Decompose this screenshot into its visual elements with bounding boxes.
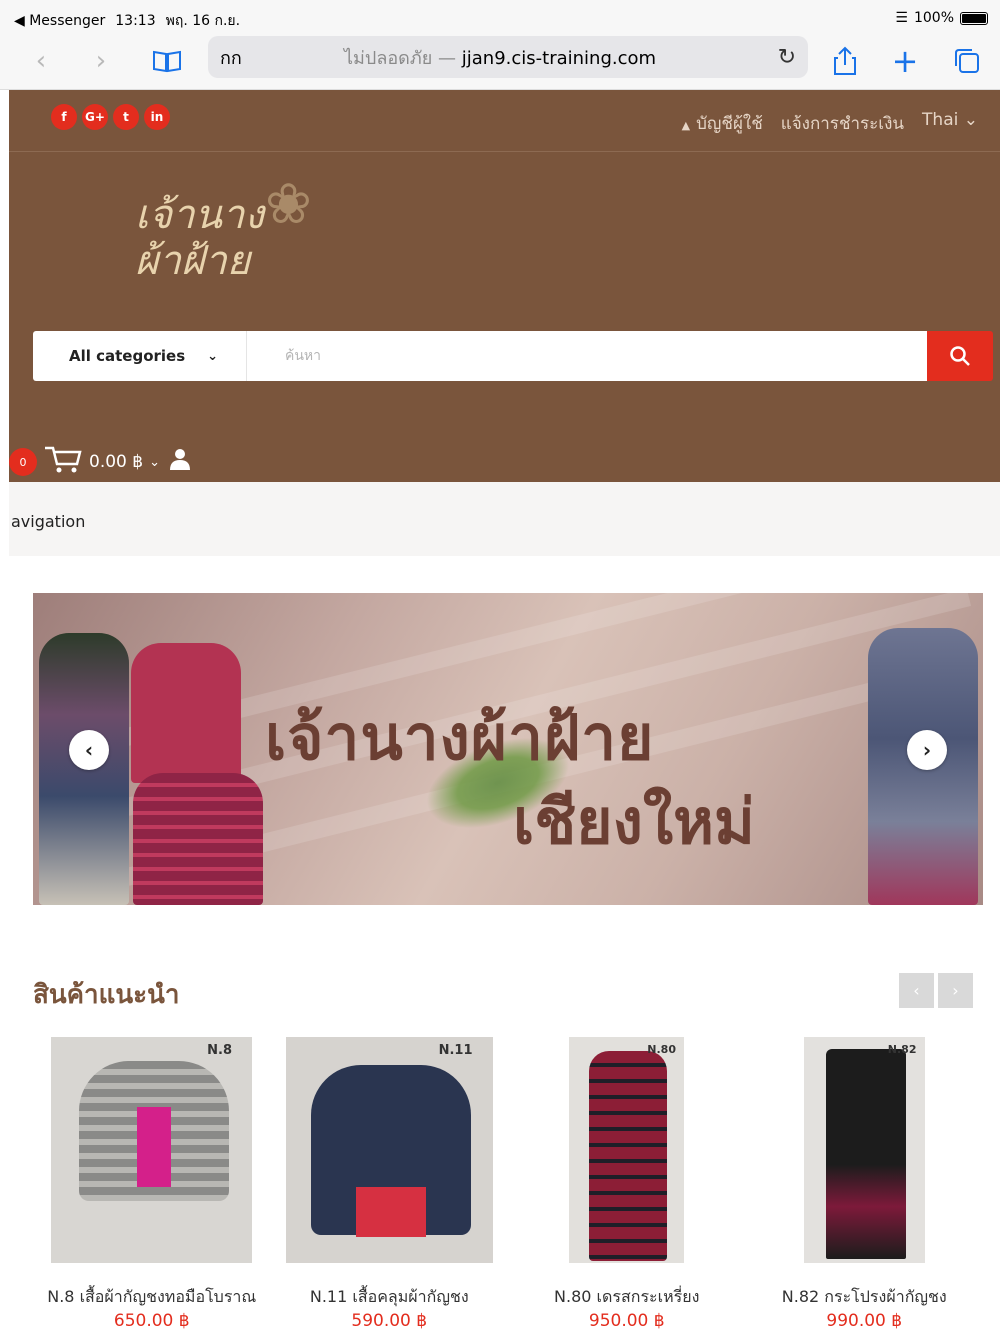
product-image[interactable]: N.8 bbox=[51, 1037, 252, 1263]
product-card[interactable]: N.11 N.11 เสื้อคลุมผ้ากัญชง 590.00 ฿ bbox=[271, 1037, 509, 1331]
cart-widget[interactable]: 0 0.00 ฿ ⌄ bbox=[9, 444, 192, 480]
product-image[interactable]: N.11 bbox=[285, 1037, 493, 1263]
url-text: ไม่ปลอดภัย — jjan9.cis-training.com bbox=[344, 43, 656, 72]
navigation-bar[interactable]: avigation bbox=[9, 482, 1000, 556]
back-to-app-link[interactable]: ◀ Messenger bbox=[14, 13, 105, 29]
site-logo[interactable]: เจ้านาง ผ้าฝ้าย ❀ bbox=[135, 177, 312, 285]
ios-status-bar: ◀ Messenger 13:13 พฤ. 16 ก.ย. ☰ 100% bbox=[0, 0, 1000, 36]
product-price: 990.00 ฿ bbox=[826, 1311, 903, 1331]
product-tag: N.8 bbox=[207, 1043, 232, 1058]
payment-notify-link[interactable]: แจ้งการชำระเงิน bbox=[781, 110, 904, 137]
product-card[interactable]: N.8 N.8 เสื้อผ้ากัญชงทอมือโบราณ 650.00 ฿ bbox=[33, 1037, 271, 1331]
product-name[interactable]: N.82 กระโปรงผ้ากัญชง bbox=[746, 1285, 984, 1310]
linkedin-icon[interactable]: in bbox=[144, 104, 170, 130]
product-name[interactable]: N.11 เสื้อคลุมผ้ากัญชง bbox=[271, 1285, 509, 1310]
twitter-icon[interactable]: t bbox=[113, 104, 139, 130]
slider-prev-button[interactable]: ‹ bbox=[69, 730, 109, 770]
search-icon bbox=[950, 346, 970, 366]
chevron-down-icon: ⌄ bbox=[958, 110, 978, 130]
user-icon[interactable] bbox=[168, 447, 192, 477]
cart-count-badge: 0 bbox=[9, 448, 37, 476]
slider-next-button[interactable]: › bbox=[907, 730, 947, 770]
garment-shape bbox=[137, 1107, 171, 1187]
wifi-icon: ☰ bbox=[895, 10, 908, 26]
language-dropdown[interactable]: Thai ⌄ bbox=[922, 110, 978, 137]
reload-icon[interactable]: ↻ bbox=[778, 45, 796, 70]
bookmarks-icon[interactable] bbox=[150, 44, 184, 78]
status-time: 13:13 bbox=[115, 13, 156, 29]
cart-total: 0.00 ฿ bbox=[89, 452, 144, 472]
google-plus-icon[interactable]: G+ bbox=[82, 104, 108, 130]
product-card[interactable]: N.80 N.80 เดรสกระเหรี่ยง 950.00 ฿ bbox=[508, 1037, 746, 1331]
logo-line-1: เจ้านาง bbox=[135, 192, 264, 238]
garment-shape bbox=[589, 1051, 667, 1261]
insecure-label: ไม่ปลอดภัย — bbox=[344, 47, 457, 69]
product-price: 950.00 ฿ bbox=[588, 1311, 665, 1331]
chevron-down-icon: ⌄ bbox=[149, 454, 160, 470]
cart-icon bbox=[43, 444, 83, 481]
social-links: f G+ t in bbox=[51, 104, 170, 130]
product-image[interactable]: N.82 bbox=[803, 1037, 925, 1263]
dress-image bbox=[131, 643, 241, 783]
navigation-label: avigation bbox=[11, 512, 86, 531]
chevron-down-icon: ⌄ bbox=[207, 348, 218, 364]
featured-section-title: สินค้าแนะนำ bbox=[33, 980, 180, 1010]
product-name[interactable]: N.80 เดรสกระเหรี่ยง bbox=[508, 1285, 746, 1310]
garment-shape bbox=[825, 1049, 906, 1259]
product-tag: N.80 bbox=[647, 1043, 676, 1056]
flower-icon: ❀ bbox=[265, 172, 312, 237]
status-battery-text: 100% bbox=[913, 10, 954, 26]
share-icon[interactable] bbox=[828, 44, 862, 78]
tabs-icon[interactable] bbox=[950, 44, 984, 78]
facebook-icon[interactable]: f bbox=[51, 104, 77, 130]
dress-image bbox=[133, 773, 263, 905]
browser-toolbar: ‹ › กก ไม่ปลอดภัย — jjan9.cis-training.c… bbox=[0, 36, 1000, 90]
search-input[interactable] bbox=[247, 331, 917, 381]
product-name[interactable]: N.8 เสื้อผ้ากัญชงทอมือโบราณ bbox=[33, 1285, 271, 1310]
url-host: jjan9.cis-training.com bbox=[461, 47, 657, 69]
logo-line-2: ผ้าฝ้าย bbox=[135, 238, 251, 284]
product-price: 590.00 ฿ bbox=[351, 1311, 428, 1331]
back-arrow-icon[interactable]: ‹ bbox=[24, 44, 58, 78]
account-link[interactable]: บัญชีผู้ใช้ bbox=[682, 110, 763, 137]
search-bar: All categories ⌄ bbox=[33, 331, 993, 381]
product-tag: N.11 bbox=[438, 1043, 473, 1058]
category-select[interactable]: All categories ⌄ bbox=[33, 331, 247, 381]
language-label: Thai bbox=[922, 110, 959, 130]
site-header: เจ้านาง ผ้าฝ้าย ❀ All categories ⌄ 0 0.0… bbox=[9, 152, 1000, 482]
products-prev-button[interactable]: ‹ bbox=[899, 973, 934, 1008]
text-size-button[interactable]: กก bbox=[220, 43, 242, 72]
hero-banner: เจ้านางผ้าฝ้าย เชียงใหม่ ‹ › bbox=[33, 593, 983, 905]
product-tag: N.82 bbox=[887, 1043, 917, 1056]
status-date: พฤ. 16 ก.ย. bbox=[165, 13, 241, 29]
banner-subtitle: เชียงใหม่ bbox=[513, 785, 755, 858]
product-list: N.8 N.8 เสื้อผ้ากัญชงทอมือโบราณ 650.00 ฿… bbox=[33, 1037, 983, 1331]
address-bar[interactable]: กก ไม่ปลอดภัย — jjan9.cis-training.com ↻ bbox=[208, 36, 808, 78]
new-tab-icon[interactable]: + bbox=[888, 42, 922, 80]
garment-shape bbox=[355, 1187, 426, 1237]
product-image[interactable]: N.80 bbox=[569, 1037, 684, 1263]
category-label: All categories bbox=[69, 347, 186, 365]
products-next-button[interactable]: › bbox=[938, 973, 973, 1008]
product-price: 650.00 ฿ bbox=[113, 1311, 190, 1331]
battery-icon bbox=[960, 11, 988, 25]
site-top-bar: f G+ t in บัญชีผู้ใช้ แจ้งการชำระเงิน Th… bbox=[9, 90, 1000, 152]
product-card[interactable]: N.82 N.82 กระโปรงผ้ากัญชง 990.00 ฿ bbox=[746, 1037, 984, 1331]
forward-arrow-icon[interactable]: › bbox=[84, 44, 118, 78]
search-button[interactable] bbox=[927, 331, 993, 381]
